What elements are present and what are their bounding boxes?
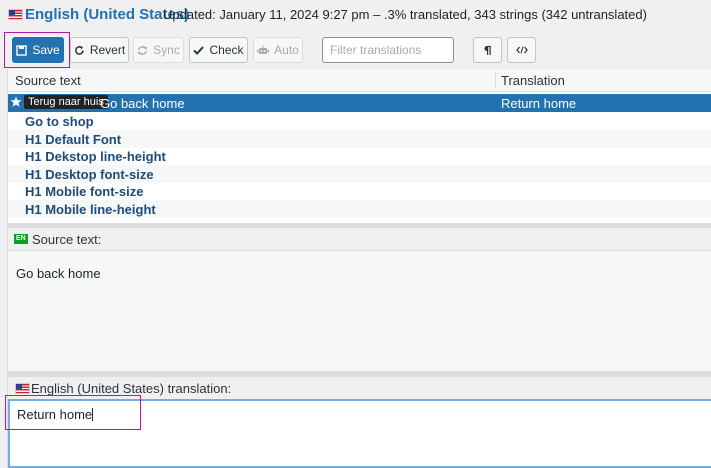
list-row[interactable]: H1 Desktop font-size bbox=[8, 164, 711, 183]
code-icon bbox=[515, 46, 528, 54]
row-source-text: H1 Dekstop line-height bbox=[25, 149, 166, 164]
status-text: Updated: January 11, 2024 9:27 pm – .3% … bbox=[163, 7, 647, 22]
column-header-translation[interactable]: Translation bbox=[501, 73, 565, 88]
list-row[interactable]: H1 Dekstop line-height bbox=[8, 147, 711, 165]
list-row[interactable]: H1 Mobile font-size bbox=[8, 182, 711, 200]
save-button[interactable]: Save bbox=[12, 37, 64, 63]
check-label: Check bbox=[209, 43, 244, 57]
editor-header: English (United States) Updated: January… bbox=[0, 0, 711, 28]
toggle-invisibles-button[interactable] bbox=[473, 37, 502, 63]
robot-icon bbox=[257, 45, 270, 54]
row-source-text: H1 Mobile line-height bbox=[25, 201, 156, 217]
checkmark-icon bbox=[193, 45, 205, 55]
save-icon bbox=[16, 44, 28, 56]
filter-translations-input[interactable] bbox=[322, 37, 454, 63]
row-source-text: H1 Default Font bbox=[25, 131, 122, 147]
row-source-text: Go back home bbox=[100, 96, 185, 111]
source-text-content: Go back home bbox=[16, 266, 101, 281]
source-text-view: Go back home bbox=[8, 251, 711, 371]
list-row[interactable]: Go to shop bbox=[8, 112, 711, 130]
star-icon bbox=[10, 96, 22, 107]
sync-label: Sync bbox=[153, 43, 180, 57]
revert-button[interactable]: Revert bbox=[70, 37, 129, 63]
save-label: Save bbox=[32, 43, 60, 57]
list-header: Source text Translation bbox=[8, 69, 711, 92]
column-divider[interactable] bbox=[495, 72, 496, 88]
sync-icon bbox=[138, 45, 148, 55]
row-source-text: H1 Desktop font-size bbox=[25, 166, 154, 182]
pilcrow-icon bbox=[484, 45, 491, 55]
translation-highlight-box bbox=[5, 395, 141, 430]
toggle-code-view-button[interactable] bbox=[507, 37, 536, 63]
source-pane-label: Source text: bbox=[32, 232, 102, 247]
list-row[interactable]: H1 Default Font bbox=[8, 129, 711, 148]
us-flag-icon bbox=[15, 383, 30, 394]
translation-pane-label: English (United States) translation: bbox=[31, 381, 232, 396]
revert-icon bbox=[74, 45, 84, 55]
row-source-text: Go to shop bbox=[25, 114, 94, 129]
us-flag-icon bbox=[8, 9, 23, 20]
auto-button[interactable]: Auto bbox=[253, 37, 303, 63]
strings-list[interactable]: Terug naar huis Go back home Return home… bbox=[8, 92, 711, 223]
list-row[interactable]: H1 Mobile line-height bbox=[8, 199, 711, 218]
check-button[interactable]: Check bbox=[189, 37, 248, 63]
revert-label: Revert bbox=[89, 43, 126, 57]
source-tooltip: Terug naar huis bbox=[24, 95, 108, 109]
source-pane-header: EN Source text: bbox=[8, 228, 711, 251]
row-source-text: H1 Mobile font-size bbox=[25, 184, 144, 199]
list-row-selected[interactable]: Terug naar huis Go back home Return home bbox=[8, 94, 711, 112]
column-header-source[interactable]: Source text bbox=[15, 73, 81, 88]
en-language-badge: EN bbox=[14, 234, 28, 244]
auto-label: Auto bbox=[274, 43, 299, 57]
row-translation-text: Return home bbox=[501, 96, 577, 111]
sync-button[interactable]: Sync bbox=[133, 37, 184, 63]
